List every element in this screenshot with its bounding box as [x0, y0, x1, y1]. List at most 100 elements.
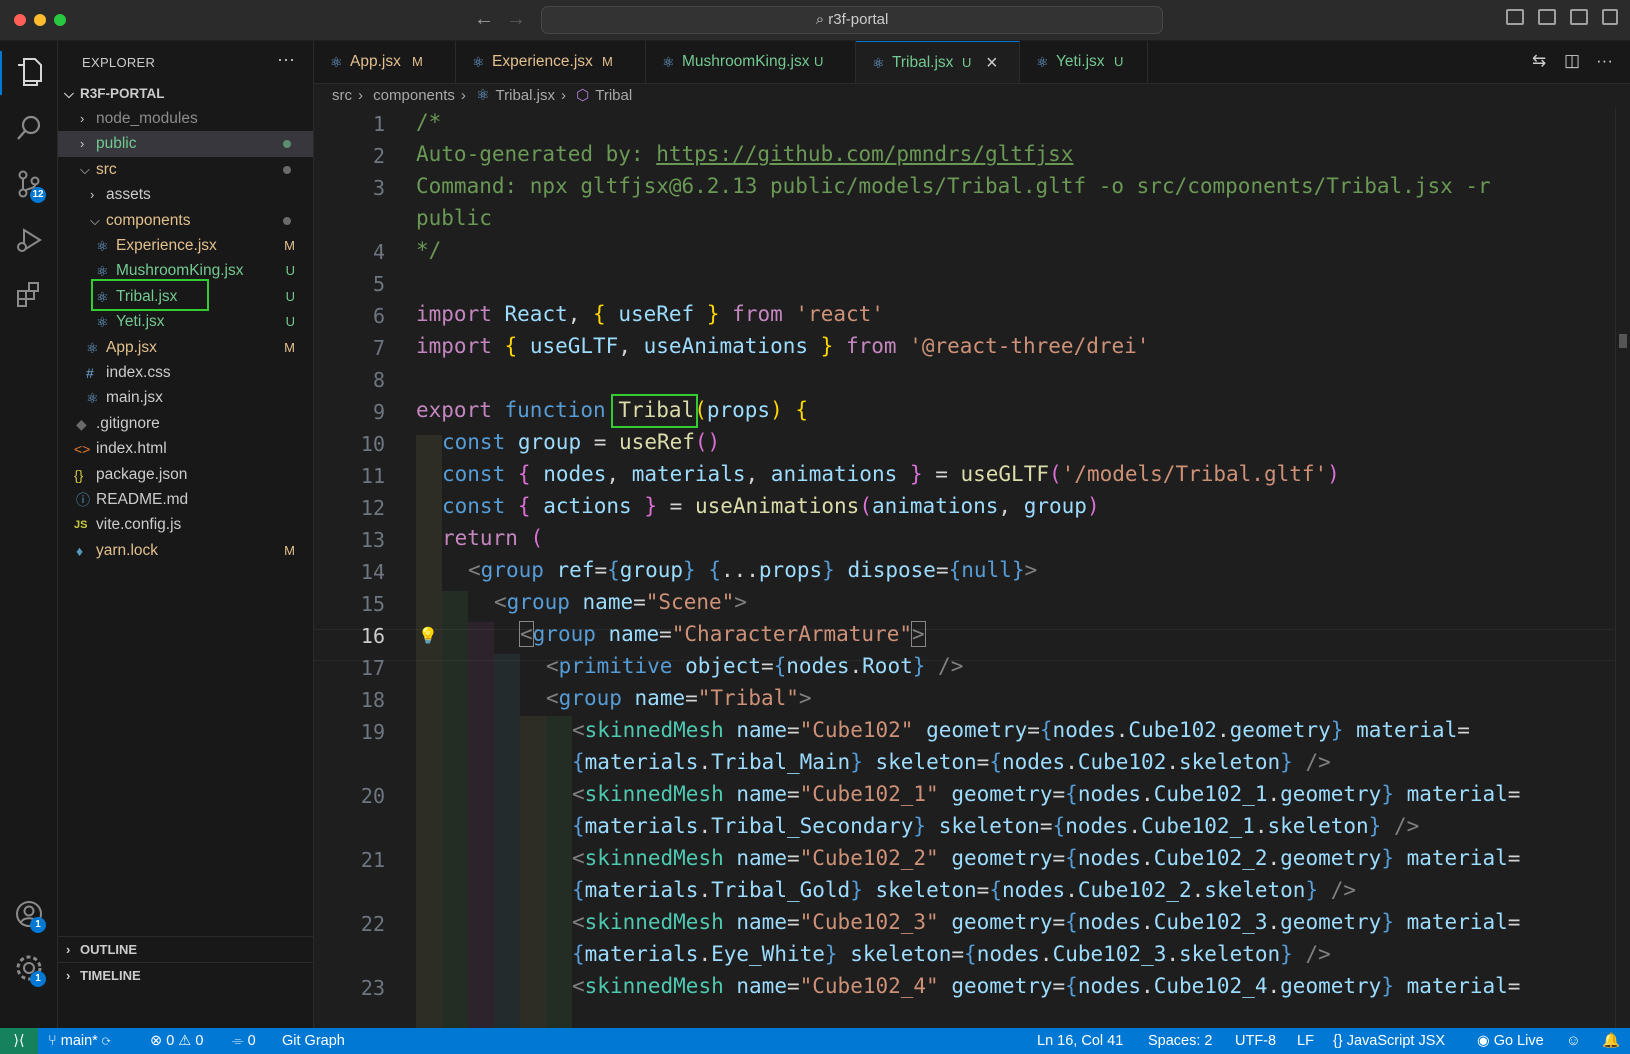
notifications-bell-icon[interactable]: 🔔	[1602, 1028, 1620, 1054]
tree-item-readme[interactable]: ⓘ README.md	[58, 487, 313, 513]
function-name-highlight-box	[611, 394, 698, 428]
command-center-search[interactable]: ⌕ r3f-portal	[541, 6, 1163, 34]
workspace-root[interactable]: ⌵ R3F-PORTAL	[58, 81, 313, 107]
customize-layout-icon[interactable]	[1602, 9, 1618, 25]
extensions-icon[interactable]	[12, 277, 46, 311]
indentation-status[interactable]: Spaces: 2	[1148, 1028, 1213, 1054]
timeline-section[interactable]: › TIMELINE	[58, 962, 313, 989]
accounts-icon[interactable]: 1	[12, 897, 46, 933]
tree-item-yeti[interactable]: ⚛ Yeti.jsx U	[58, 309, 313, 335]
search-icon[interactable]	[12, 111, 46, 145]
branch-status[interactable]: ⑂ main* ⟳	[48, 1028, 111, 1054]
breadcrumb-components[interactable]: components	[373, 87, 455, 104]
breadcrumb-file[interactable]: Tribal.jsx	[496, 87, 555, 104]
git-status: M	[284, 543, 295, 558]
cursor-position[interactable]: Ln 16, Col 41	[1037, 1028, 1123, 1054]
tree-item-assets[interactable]: › assets	[58, 182, 313, 208]
chevron-right-icon: ›	[80, 136, 85, 151]
react-file-icon: ⚛	[872, 55, 885, 71]
encoding-status[interactable]: UTF-8	[1235, 1028, 1276, 1054]
chevron-right-icon: ›	[66, 942, 71, 957]
more-actions-icon[interactable]: ···	[1596, 51, 1613, 71]
close-window-button[interactable]	[14, 14, 26, 26]
tab-experience-jsx[interactable]: ⚛ Experience.jsx M	[456, 41, 646, 83]
git-status: U	[285, 289, 295, 304]
tab-yeti-jsx[interactable]: ⚛ Yeti.jsx U	[1020, 41, 1148, 83]
toggle-panel-icon[interactable]	[1538, 9, 1556, 25]
info-icon: ⓘ	[76, 492, 90, 508]
tree-item-components[interactable]: ⌵ components	[58, 208, 313, 234]
tree-item-gitignore[interactable]: ◆ .gitignore	[58, 411, 313, 437]
code-line: {materials.Tribal_Gold} skeleton={nodes.…	[572, 878, 1357, 902]
open-changes-icon[interactable]: ⇆	[1532, 51, 1546, 71]
tree-item-index-html[interactable]: <> index.html	[58, 436, 313, 462]
close-tab-icon[interactable]: ×	[986, 42, 998, 84]
tree-item-experience[interactable]: ⚛ Experience.jsx M	[58, 233, 313, 259]
back-arrow-icon[interactable]: ←	[474, 8, 494, 31]
split-editor-icon[interactable]: ◫	[1564, 51, 1580, 71]
line-number: 3	[372, 176, 385, 200]
settings-gear-icon[interactable]: 1	[12, 951, 46, 987]
toggle-sidebar-icon[interactable]	[1506, 9, 1524, 25]
eol-status[interactable]: LF	[1297, 1028, 1314, 1054]
breadcrumb-symbol[interactable]: Tribal	[595, 87, 632, 104]
warning-icon: ⚠	[178, 1033, 192, 1049]
yarn-icon: ♦	[76, 543, 84, 559]
tree-item-label: index.css	[106, 364, 171, 381]
change-dot	[283, 217, 291, 225]
line-number: 6	[372, 304, 385, 328]
indent-guide	[468, 622, 494, 1028]
outline-section[interactable]: › OUTLINE	[58, 936, 313, 963]
more-actions-icon[interactable]: ···	[277, 49, 295, 70]
tab-app-jsx[interactable]: ⚛ App.jsx M	[314, 41, 456, 83]
tree-item-package-json[interactable]: {} package.json	[58, 462, 313, 488]
indent-guide	[416, 435, 442, 1028]
forward-arrow-icon[interactable]: →	[506, 8, 526, 31]
go-live-button[interactable]: ◉ Go Live	[1477, 1028, 1544, 1054]
symbol-icon: ⬡	[576, 87, 590, 104]
broadcast-icon: ◉	[1477, 1033, 1490, 1049]
code-line: {materials.Eye_White} skeleton={nodes.Cu…	[572, 942, 1331, 966]
breadcrumb: src › components › ⚛ Tribal.jsx › ⬡ Tribal	[332, 87, 633, 104]
line-number: 4	[372, 240, 385, 264]
ports-status[interactable]: ⌯ 0	[232, 1028, 256, 1054]
toggle-secondary-sidebar-icon[interactable]	[1570, 9, 1588, 25]
remote-indicator-icon[interactable]: ⟩⟨	[0, 1028, 38, 1054]
breadcrumb-src[interactable]: src	[332, 87, 352, 104]
source-control-icon[interactable]: 12	[12, 167, 46, 203]
tree-item-app[interactable]: ⚛ App.jsx M	[58, 335, 313, 361]
react-file-icon: ⚛	[1036, 54, 1049, 70]
tree-item-public[interactable]: › public	[58, 131, 313, 157]
editor-scrollbar[interactable]	[1615, 108, 1630, 1028]
minimize-window-button[interactable]	[34, 14, 46, 26]
code-line: <skinnedMesh name="Cube102_3" geometry={…	[572, 910, 1521, 934]
tab-status: M	[412, 54, 423, 69]
tree-item-index-css[interactable]: # index.css	[58, 360, 313, 386]
tree-item-yarn-lock[interactable]: ♦ yarn.lock M	[58, 538, 313, 564]
error-icon: ⊗	[150, 1033, 163, 1049]
line-number: 11	[360, 464, 385, 488]
maximize-window-button[interactable]	[54, 14, 66, 26]
tree-item-main[interactable]: ⚛ main.jsx	[58, 385, 313, 411]
tab-tribal-jsx[interactable]: ⚛ Tribal.jsx U ×	[856, 41, 1020, 83]
tree-item-label: Experience.jsx	[116, 237, 217, 254]
tree-item-src[interactable]: ⌵ src	[58, 157, 313, 183]
tab-mushroomking-jsx[interactable]: ⚛ MushroomKing.jsx U	[646, 41, 856, 83]
tree-item-vite-config[interactable]: JS vite.config.js	[58, 512, 313, 538]
problems-status[interactable]: ⊗ 0 ⚠ 0	[150, 1028, 203, 1054]
scrollbar-thumb[interactable]	[1619, 334, 1627, 348]
language-mode[interactable]: {} JavaScript JSX	[1333, 1028, 1445, 1054]
line-number: 17	[360, 656, 385, 680]
git-graph-button[interactable]: Git Graph	[282, 1028, 345, 1054]
line-number: 8	[372, 368, 385, 392]
feedback-icon[interactable]: ☺	[1566, 1028, 1581, 1054]
lightbulb-icon[interactable]: 💡	[418, 626, 438, 646]
explorer-files-icon[interactable]	[12, 55, 46, 89]
tree-item-node-modules[interactable]: › node_modules	[58, 106, 313, 132]
chevron-right-icon: ›	[90, 187, 95, 202]
run-debug-icon[interactable]	[12, 223, 46, 257]
timeline-label: TIMELINE	[80, 968, 141, 983]
indent-guide	[520, 716, 546, 1028]
line-number: 5	[372, 272, 385, 296]
chevron-down-icon: ⌵	[90, 213, 100, 228]
